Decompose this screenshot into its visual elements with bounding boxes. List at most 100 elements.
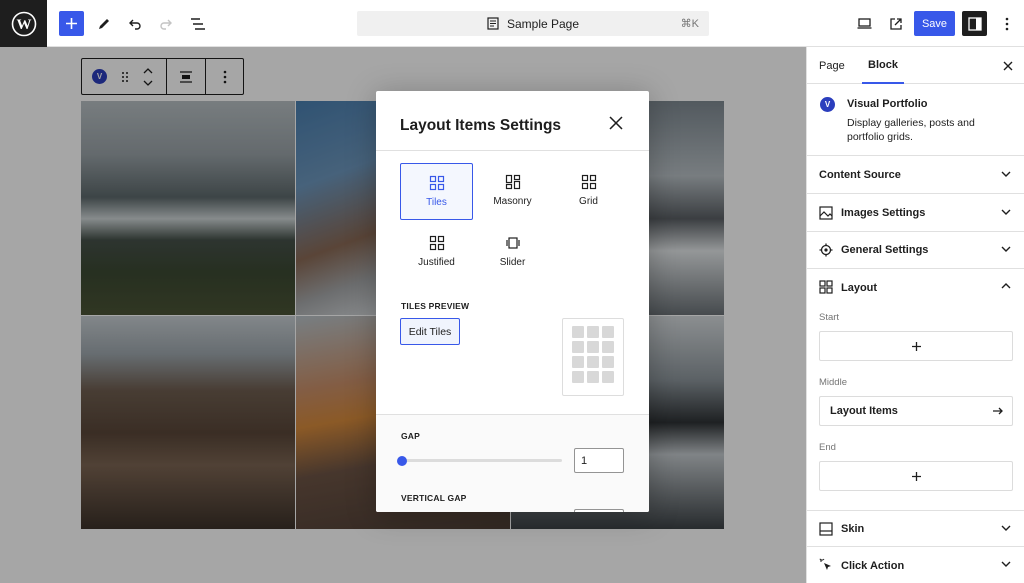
chevron-down-icon — [1001, 209, 1011, 215]
gap-slider-track[interactable] — [401, 459, 562, 462]
undo-icon — [128, 19, 141, 30]
modal-divider — [376, 414, 649, 415]
plus-icon — [911, 341, 921, 351]
gap-input[interactable]: 1 — [574, 448, 624, 473]
layout-option-grid[interactable]: Grid — [552, 163, 625, 220]
editor-header: W Sample Page ⌘K Save — [0, 0, 1024, 47]
redo-button[interactable] — [153, 11, 178, 36]
option-label: Grid — [579, 196, 598, 207]
more-vertical-icon — [223, 70, 226, 83]
layout-option-masonry[interactable]: Masonry — [476, 163, 549, 220]
add-end-item-button[interactable] — [819, 461, 1013, 491]
panel-label: Skin — [841, 522, 865, 535]
layout-middle-label: Middle — [819, 377, 847, 388]
chevron-up-icon — [1001, 283, 1011, 289]
block-options-button[interactable] — [206, 59, 243, 94]
gap-slider-handle[interactable] — [397, 456, 407, 466]
tab-page[interactable]: Page — [819, 47, 845, 84]
block-type-group: V — [82, 59, 167, 94]
add-start-item-button[interactable] — [819, 331, 1013, 361]
layout-items-label: Layout Items — [830, 405, 898, 417]
panel-content-source[interactable]: Content Source — [807, 157, 1024, 194]
align-button[interactable] — [167, 59, 206, 94]
sidebar-icon — [967, 16, 982, 31]
layout-end-label: End — [819, 442, 836, 453]
tiles-preview-label: TILES PREVIEW — [401, 301, 470, 311]
wordpress-logo-button[interactable]: W — [0, 0, 47, 47]
panel-label: Images Settings — [841, 207, 926, 219]
pencil-icon — [98, 18, 109, 29]
vertical-gap-input[interactable] — [574, 509, 624, 512]
align-wide-icon — [180, 70, 192, 83]
options-menu-button[interactable] — [994, 11, 1019, 36]
layout-icon — [819, 280, 833, 294]
close-icon — [1003, 61, 1012, 70]
panel-skin[interactable]: Skin — [807, 510, 1024, 547]
justified-icon — [429, 235, 444, 251]
document-title-bar[interactable]: Sample Page ⌘K — [357, 11, 709, 36]
close-sidebar-button[interactable] — [1000, 58, 1015, 73]
tools-button[interactable] — [91, 11, 116, 36]
settings-sidebar: Page Block V Visual Portfolio Display ga… — [806, 47, 1024, 583]
option-label: Slider — [499, 257, 526, 268]
gallery-image-mountain-fog[interactable] — [81, 101, 295, 315]
layout-option-justified[interactable]: Justified — [400, 224, 473, 281]
image-icon — [819, 206, 833, 220]
gallery-image-canyon[interactable] — [81, 316, 295, 529]
page-icon — [487, 17, 499, 30]
wordpress-icon: W — [11, 11, 36, 36]
layout-items-button[interactable]: Layout Items — [819, 396, 1013, 426]
settings-toggle-button[interactable] — [962, 11, 987, 36]
skin-icon — [819, 522, 833, 536]
vertical-gap-label: VERTICAL GAP — [401, 493, 467, 503]
list-view-icon — [190, 17, 205, 30]
close-icon[interactable] — [608, 115, 624, 131]
chevron-down-icon — [1001, 171, 1011, 177]
more-vertical-icon — [1005, 17, 1008, 30]
panel-label: Click Action — [841, 559, 905, 572]
panel-label: Layout — [841, 281, 878, 294]
masonry-icon — [505, 174, 520, 190]
tiles-icon — [429, 175, 444, 191]
redo-icon — [159, 19, 172, 30]
add-block-button[interactable] — [59, 11, 84, 36]
undo-button[interactable] — [122, 11, 147, 36]
chevron-down-icon — [1001, 561, 1011, 567]
document-overview-button[interactable] — [185, 11, 210, 36]
layout-option-tiles[interactable]: Tiles — [400, 163, 473, 220]
visual-portfolio-icon[interactable]: V — [92, 69, 107, 84]
view-page-button[interactable] — [883, 11, 908, 36]
panel-click-action[interactable]: Click Action — [807, 547, 1024, 583]
layout-option-slider[interactable]: Slider — [476, 224, 549, 281]
block-card: V Visual Portfolio Display galleries, po… — [807, 84, 1024, 156]
option-label: Tiles — [426, 197, 447, 208]
move-up-down-icon[interactable] — [143, 67, 153, 87]
modal-title: Layout Items Settings — [400, 117, 562, 134]
gear-icon — [819, 243, 833, 257]
document-title: Sample Page — [506, 16, 580, 31]
block-description: Display galleries, posts and portfolio g… — [847, 117, 975, 143]
plus-icon — [66, 18, 77, 29]
tiles-preview-thumbnail[interactable] — [562, 318, 624, 396]
chevron-down-icon — [1001, 525, 1011, 531]
panel-general-settings[interactable]: General Settings — [807, 232, 1024, 269]
block-toolbar: V — [81, 58, 244, 95]
panel-layout[interactable]: Layout — [807, 269, 1024, 306]
slider-icon — [505, 237, 520, 249]
layout-start-label: Start — [819, 312, 840, 323]
layout-items-settings-modal: Layout Items Settings Tiles Masonry Grid… — [376, 91, 649, 512]
command-shortcut: ⌘K — [680, 18, 699, 30]
modal-divider — [376, 150, 649, 151]
visual-portfolio-icon: V — [820, 97, 835, 112]
sidebar-tabs: Page Block — [807, 47, 1024, 84]
save-button[interactable]: Save — [914, 11, 955, 36]
preview-button[interactable] — [852, 11, 877, 36]
tab-block[interactable]: Block — [862, 47, 904, 84]
edit-tiles-button[interactable]: Edit Tiles — [400, 318, 460, 345]
svg-text:W: W — [16, 17, 31, 33]
drag-handle-icon[interactable] — [121, 71, 129, 83]
desktop-icon — [857, 18, 872, 29]
block-title: Visual Portfolio — [847, 98, 928, 110]
panel-images-settings[interactable]: Images Settings — [807, 195, 1024, 232]
arrow-right-icon — [993, 407, 1003, 415]
